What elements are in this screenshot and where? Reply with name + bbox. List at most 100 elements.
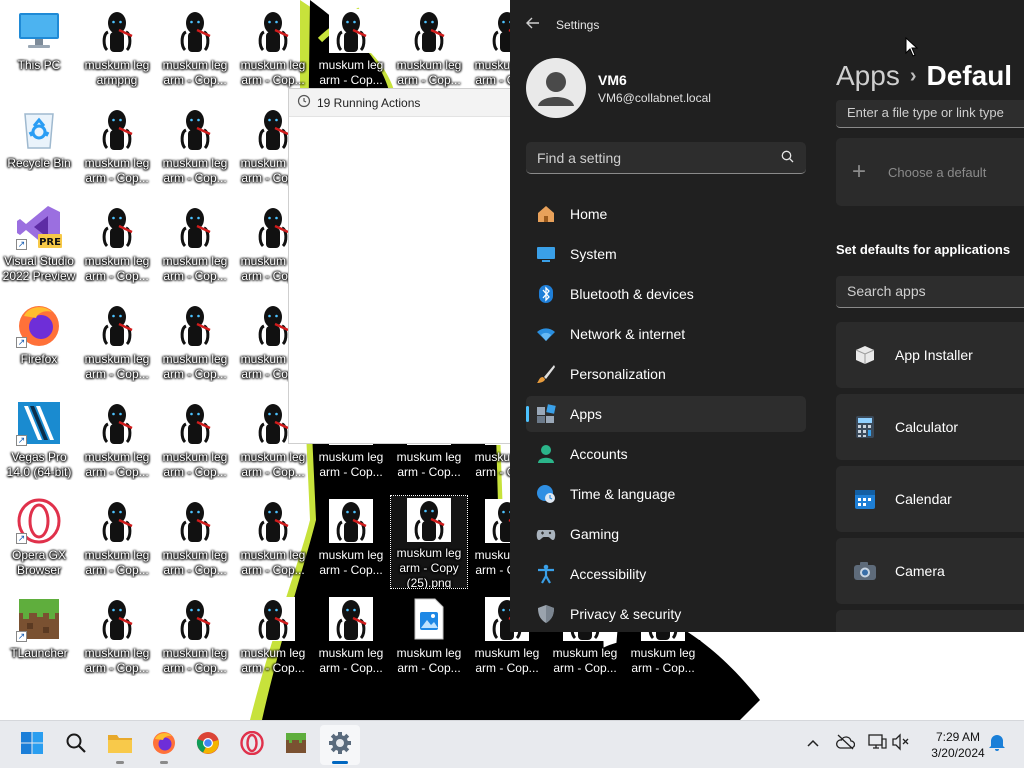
- app-row-calendar[interactable]: Calendar: [836, 466, 1024, 532]
- desktop-file-icon[interactable]: muskum leg arm - Cop...: [313, 496, 389, 588]
- desktop-icon-visual-studio[interactable]: PRE ↗ Visual Studio 2022 Preview: [1, 202, 77, 294]
- desktop-file-icon[interactable]: muskum leg arm - Cop...: [79, 594, 155, 686]
- desktop-file-icon[interactable]: muskum leg arm - Cop...: [157, 104, 233, 196]
- nav-item-network[interactable]: Network & internet: [526, 316, 806, 352]
- clock-icon: [297, 94, 311, 111]
- file-explorer-button[interactable]: [100, 725, 140, 765]
- desktop-file-icon[interactable]: muskum leg arm - Cop...: [235, 496, 311, 588]
- visual-studio-icon: PRE ↗: [16, 204, 62, 250]
- back-button[interactable]: [510, 0, 556, 50]
- settings-taskbar-button[interactable]: [320, 725, 360, 765]
- desktop-icon-firefox[interactable]: ↗ Firefox: [1, 300, 77, 392]
- section-title: Set defaults for applications: [836, 242, 1011, 257]
- settings-titlebar[interactable]: Settings: [510, 0, 1024, 50]
- desktop-icon-this-pc[interactable]: This PC: [1, 6, 77, 98]
- desktop-file-icon[interactable]: muskum leg arm - Cop...: [157, 6, 233, 98]
- minecraft-taskbar-button[interactable]: [276, 725, 316, 765]
- shortcut-arrow-icon: ↗: [16, 337, 27, 348]
- image-file-icon: [406, 596, 452, 642]
- breadcrumb-apps[interactable]: Apps: [836, 60, 900, 91]
- search-apps-input[interactable]: Search apps: [836, 276, 1024, 308]
- start-button[interactable]: [12, 725, 52, 765]
- desktop-file-icon[interactable]: muskum leg arm - Cop...: [79, 202, 155, 294]
- nav-item-accessibility[interactable]: Accessibility: [526, 556, 806, 592]
- app-row-app-installer[interactable]: App Installer: [836, 322, 1024, 388]
- firefox-taskbar-button[interactable]: [144, 725, 184, 765]
- app-row-camera[interactable]: Camera: [836, 538, 1024, 604]
- volume-muted-icon: [891, 732, 911, 756]
- desktop-file-icon[interactable]: muskum leg arm - Cop...: [79, 300, 155, 392]
- search-button[interactable]: [56, 725, 96, 765]
- running-actions-titlebar[interactable]: 19 Running Actions: [289, 89, 511, 117]
- desktop-icon-label: muskum leg arm - Cop...: [162, 646, 228, 675]
- desktop-file-icon[interactable]: muskum leg arm - Cop...: [391, 594, 467, 686]
- png-thumbnail-icon: [250, 8, 296, 54]
- notifications-button[interactable]: [986, 733, 1008, 755]
- nav-item-home[interactable]: Home: [526, 196, 806, 232]
- desktop-icon-tlauncher[interactable]: ↗ TLauncher: [1, 594, 77, 686]
- desktop-file-icon[interactable]: muskum leg arm - Copy (25).png: [390, 495, 468, 589]
- home-icon: [536, 204, 556, 224]
- filetype-search-input[interactable]: Enter a file type or link type: [836, 100, 1024, 128]
- desktop-file-icon[interactable]: muskum leg arm - Cop...: [391, 6, 467, 98]
- desktop-file-icon[interactable]: muskum leg arm - Cop...: [157, 202, 233, 294]
- nav-item-gaming[interactable]: Gaming: [526, 516, 806, 552]
- apps-search-placeholder: Search apps: [847, 283, 926, 299]
- volume-button[interactable]: [890, 732, 912, 756]
- desktop-file-icon[interactable]: muskum leg arm - Cop...: [157, 594, 233, 686]
- desktop-icon-label: Opera GX Browser: [11, 548, 67, 577]
- desktop-file-icon[interactable]: muskum leg armpng: [79, 6, 155, 98]
- avatar[interactable]: [526, 58, 586, 118]
- desktop-icon-label: muskum leg arm - Cop...: [552, 646, 618, 675]
- choose-default-label: Choose a default: [888, 164, 987, 180]
- calendar-icon: [853, 487, 877, 511]
- app-name: Calculator: [895, 419, 959, 435]
- onedrive-offline-button[interactable]: [834, 733, 856, 755]
- desktop-file-icon[interactable]: muskum leg arm - Cop...: [79, 104, 155, 196]
- desktop-file-icon[interactable]: muskum leg arm - Cop...: [235, 594, 311, 686]
- network-button[interactable]: [866, 733, 888, 755]
- camera-icon: [853, 559, 877, 583]
- png-thumbnail-icon: [94, 106, 140, 152]
- nav-item-bluetooth[interactable]: Bluetooth & devices: [526, 276, 806, 312]
- nav-item-accounts[interactable]: Accounts: [526, 436, 806, 472]
- running-actions-window[interactable]: 19 Running Actions: [288, 88, 512, 444]
- desktop-file-icon[interactable]: muskum leg arm - Cop...: [157, 496, 233, 588]
- taskbar: 7:29 AM 3/20/2024: [0, 720, 1024, 768]
- nav-item-time-language[interactable]: Time & language: [526, 476, 806, 512]
- mouse-pointer-icon: [905, 37, 919, 57]
- search-icon[interactable]: [781, 150, 794, 166]
- nav-item-apps[interactable]: Apps: [526, 396, 806, 432]
- breadcrumb-current: Defaul: [926, 60, 1013, 91]
- chrome-taskbar-button[interactable]: [188, 725, 228, 765]
- desktop-file-icon[interactable]: muskum leg arm - Cop...: [313, 6, 389, 98]
- nav-item-system[interactable]: System: [526, 236, 806, 272]
- desktop-icon-label: muskum leg arm - Cop...: [162, 156, 228, 185]
- calculator-icon: [853, 415, 877, 439]
- show-hidden-icons-button[interactable]: [802, 733, 824, 755]
- opera-taskbar-button[interactable]: [232, 725, 272, 765]
- desktop-file-icon[interactable]: muskum leg arm - Cop...: [235, 6, 311, 98]
- desktop-file-icon[interactable]: muskum leg arm - Cop...: [157, 398, 233, 490]
- cloud-offline-icon: [835, 734, 856, 755]
- desktop-file-icon[interactable]: muskum leg arm - Cop...: [313, 594, 389, 686]
- settings-window[interactable]: Settings VM6 VM6@collabnet.local Find a …: [510, 0, 1024, 632]
- png-thumbnail-icon: [172, 302, 218, 348]
- desktop-icon-vegas-pro[interactable]: ↗ Vegas Pro 14.0 (64-bit): [1, 398, 77, 490]
- wifi-icon: [536, 324, 556, 344]
- desktop-file-icon[interactable]: muskum leg arm - Cop...: [79, 496, 155, 588]
- find-setting-search[interactable]: Find a setting: [526, 142, 806, 174]
- app-row-partial[interactable]: [836, 610, 1024, 632]
- nav-item-privacy-security[interactable]: Privacy & security: [526, 596, 806, 632]
- png-thumbnail-icon: [172, 204, 218, 250]
- desktop-icon-opera-gx[interactable]: ↗ Opera GX Browser: [1, 496, 77, 588]
- app-row-calculator[interactable]: Calculator: [836, 394, 1024, 460]
- png-thumbnail-icon: [172, 400, 218, 446]
- desktop-file-icon[interactable]: muskum leg arm - Cop...: [79, 398, 155, 490]
- user-email: VM6@collabnet.local: [598, 90, 711, 105]
- nav-item-personalization[interactable]: Personalization: [526, 356, 806, 392]
- desktop-file-icon[interactable]: muskum leg arm - Cop...: [157, 300, 233, 392]
- user-profile[interactable]: VM6 VM6@collabnet.local: [526, 58, 711, 118]
- choose-default-button[interactable]: + Choose a default: [836, 138, 1024, 206]
- desktop-icon-recycle-bin[interactable]: Recycle Bin: [1, 104, 77, 196]
